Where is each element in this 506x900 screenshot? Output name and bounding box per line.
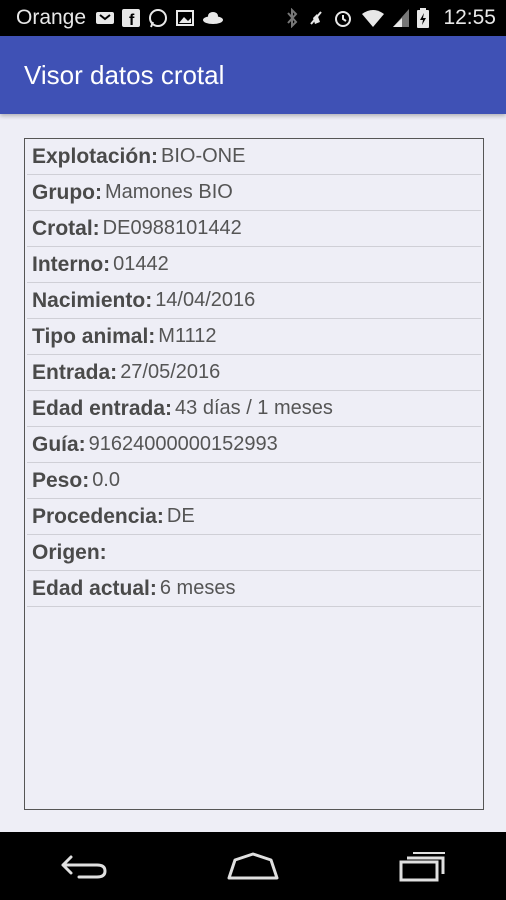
detail-label: Entrada: [32,360,118,384]
detail-label: Interno: [32,252,111,276]
detail-label: Grupo: [32,180,102,204]
detail-row-nacimiento: Nacimiento: 14/04/2016 [27,283,481,319]
recents-button[interactable] [377,841,467,891]
detail-value: M1112 [158,325,217,347]
detail-label: Nacimiento: [32,288,153,312]
detail-value: 6 meses [159,577,236,599]
mute-icon [307,8,325,28]
detail-value: 43 días / 1 meses [175,397,333,419]
detail-row-explotacion: Explotación: BIO-ONE [27,139,481,175]
details-panel[interactable]: Explotación: BIO-ONE Grupo: Mamones BIO … [24,138,484,810]
back-button[interactable] [39,841,129,891]
detail-value: 0.0 [92,469,120,491]
clock: 12:55 [443,6,496,29]
detail-row-origen: Origen: [27,535,481,571]
back-icon [61,855,107,879]
wifi-icon [361,9,385,27]
detail-row-edad-actual: Edad actual: 6 meses [27,571,481,607]
app-title: Visor datos crotal [24,59,225,90]
detail-row-interno: Interno: 01442 [27,247,481,283]
detail-value: DE [166,505,195,527]
image-icon [176,10,195,26]
detail-row-guia: Guía: 91624000000152993 [27,427,481,463]
battery-charging-icon [417,8,430,28]
detail-row-procedencia: Procedencia: DE [27,499,481,535]
carrier-name: Orange [16,6,87,29]
detail-label: Peso: [32,468,90,492]
whatsapp-icon [148,8,168,28]
detail-value: 01442 [113,253,169,275]
detail-value: BIO-ONE [161,145,246,167]
detail-value: 14/04/2016 [155,289,256,311]
detail-label: Guía: [32,432,86,456]
detail-row-edad-entrada: Edad entrada: 43 días / 1 meses [27,391,481,427]
detail-row-entrada: Entrada: 27/05/2016 [27,355,481,391]
detail-label: Origen: [32,540,107,564]
status-bar: Orange f 12:55 [0,0,506,36]
bluetooth-icon [285,8,299,28]
detail-value: 91624000000152993 [88,433,278,455]
detail-label: Edad entrada: [32,396,173,420]
home-button[interactable] [208,841,298,891]
detail-value: DE0988101442 [102,217,242,239]
detail-label: Crotal: [32,216,100,240]
detail-row-grupo: Grupo: Mamones BIO [27,175,481,211]
navigation-bar [0,832,506,900]
detail-value: 27/05/2016 [120,361,221,383]
signal-icon [393,9,410,27]
facebook-icon: f [122,9,141,27]
recents-icon [399,852,445,882]
ufo-icon [202,11,224,25]
notification-icon [96,11,115,25]
detail-row-crotal: Crotal: DE0988101442 [27,211,481,247]
detail-row-peso: Peso: 0.0 [27,463,481,499]
detail-label: Edad actual: [32,576,157,600]
alarm-icon [333,8,353,28]
detail-label: Tipo animal: [32,324,156,348]
detail-row-tipo-animal: Tipo animal: M1112 [27,319,481,355]
detail-label: Procedencia: [32,504,164,528]
detail-value: Mamones BIO [104,181,233,203]
svg-text:f: f [129,12,135,27]
home-icon [227,852,279,880]
app-bar: Visor datos crotal [0,36,506,114]
detail-label: Explotación: [32,144,159,168]
